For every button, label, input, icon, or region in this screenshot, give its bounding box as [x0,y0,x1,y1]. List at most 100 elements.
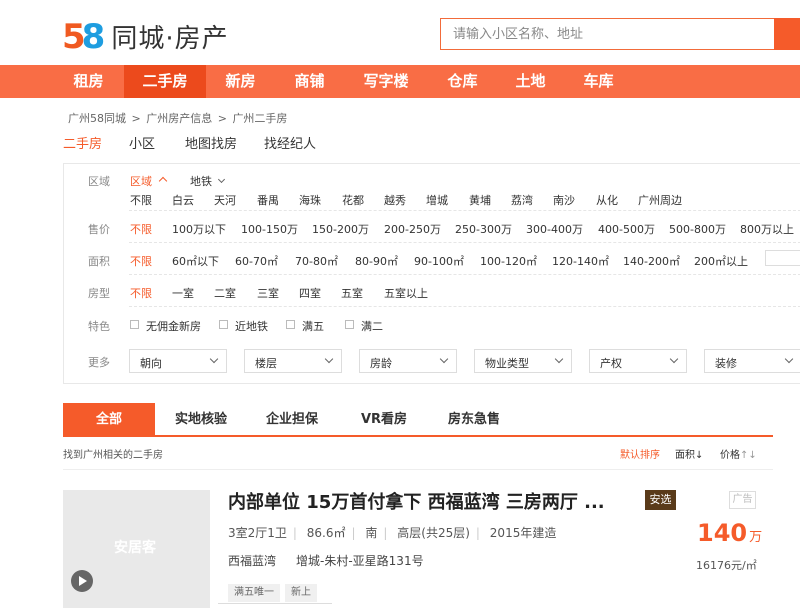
category-find-agent[interactable]: 找经纪人 [264,133,316,152]
divider: | [383,526,388,540]
category-community[interactable]: 小区 [129,133,155,152]
filter-price[interactable]: 500-800万 [669,221,726,237]
tab-verified[interactable]: 实地核验 [163,403,239,436]
feature-checkbox[interactable] [130,320,139,329]
feature-label[interactable]: 满五 [302,318,324,334]
listing-thumbnail[interactable]: 安居客 [63,490,210,608]
search-button[interactable] [774,18,800,50]
breadcrumb: 广州58同城 > 广州房产信息 > 广州二手房 [68,110,289,126]
breadcrumb-link-second-hand[interactable]: 广州二手房 [232,112,287,125]
filter-room[interactable]: 五室 [341,285,363,301]
filter-district[interactable]: 从化 [596,192,618,208]
site-logo[interactable]: 5 8 同城·房产 [62,18,229,55]
dropdown-ownership[interactable]: 产权 [589,349,687,373]
listing-title[interactable]: 内部单位 15万首付拿下 西福蓝湾 三房两厅 ... [228,488,605,514]
feature-checkbox[interactable] [345,320,354,329]
nav-item-land[interactable]: 土地 [502,65,559,98]
filter-tab-metro[interactable]: 地铁 [190,173,226,189]
dropdown-label: 物业类型 [485,357,529,370]
breadcrumb-link-property[interactable]: 广州房产信息 [146,112,212,125]
feature-checkbox[interactable] [219,320,228,329]
sort-default[interactable]: 默认排序 [620,446,660,461]
filter-room[interactable]: 二室 [214,285,236,301]
play-icon[interactable] [71,570,93,592]
filter-district[interactable]: 增城 [426,192,448,208]
filter-price[interactable]: 400-500万 [598,221,655,237]
filter-room[interactable]: 四室 [299,285,321,301]
dropdown-age[interactable]: 房龄 [359,349,457,373]
filter-area[interactable]: 80-90㎡ [355,253,398,269]
category-map-search[interactable]: 地图找房 [185,133,237,152]
nav-item-office[interactable]: 写字楼 [350,65,422,98]
search-input[interactable] [441,19,800,49]
dropdown-decoration[interactable]: 装修 [704,349,800,373]
chevron-down-icon [209,354,219,364]
filter-district[interactable]: 白云 [172,192,194,208]
filter-district[interactable]: 花都 [342,192,364,208]
filter-price[interactable]: 200-250万 [384,221,441,237]
filter-price[interactable]: 250-300万 [455,221,512,237]
tab-all[interactable]: 全部 [63,403,155,436]
nav-item-warehouse[interactable]: 仓库 [434,65,491,98]
feature-label[interactable]: 无佣金新房 [146,318,201,334]
filter-price[interactable]: 100-150万 [241,221,298,237]
arrow-down-icon: ↓ [695,450,704,461]
listing-tag: 满五唯一 [228,584,280,602]
filter-panel: 区域 区域 地铁 不限 白云 天河 番禺 海珠 花都 越秀 增城 黄埔 荔湾 南… [63,163,800,384]
filter-district-any[interactable]: 不限 [130,192,152,208]
filter-area[interactable]: 90-100㎡ [414,253,464,269]
area-custom-input[interactable] [765,250,800,266]
tab-guarantee[interactable]: 企业担保 [253,403,331,436]
filter-district[interactable]: 南沙 [553,192,575,208]
sort-area[interactable]: 面积↓ [675,446,703,461]
filter-district[interactable]: 天河 [214,192,236,208]
nav-item-garage[interactable]: 车库 [570,65,627,98]
filter-area[interactable]: 120-140㎡ [552,253,609,269]
filter-price[interactable]: 100万以下 [172,221,226,237]
dropdown-label: 产权 [600,357,622,370]
dropdown-property-type[interactable]: 物业类型 [474,349,572,373]
feature-label[interactable]: 满二 [361,318,383,334]
filter-district[interactable]: 广州周边 [638,192,682,208]
nav-item-second-hand[interactable]: 二手房 [124,65,206,98]
filter-tab-region[interactable]: 区域 [130,173,168,189]
dropdown-orientation[interactable]: 朝向 [129,349,227,373]
filter-tab-region-label: 区域 [130,175,152,188]
divider: | [292,526,297,540]
tab-urgent[interactable]: 房东急售 [435,403,513,436]
category-second-hand[interactable]: 二手房 [63,133,102,152]
feature-label[interactable]: 近地铁 [235,318,268,334]
filter-room[interactable]: 三室 [257,285,279,301]
breadcrumb-link-city[interactable]: 广州58同城 [68,112,126,125]
filter-price[interactable]: 300-400万 [526,221,583,237]
nav-item-shop[interactable]: 商铺 [281,65,338,98]
filter-room[interactable]: 五室以上 [384,285,428,301]
filter-price[interactable]: 800万以上 [740,221,794,237]
filter-district[interactable]: 越秀 [384,192,406,208]
filter-district[interactable]: 黄埔 [469,192,491,208]
filter-price-any[interactable]: 不限 [130,221,152,237]
community-link[interactable]: 西福蓝湾 [228,554,276,568]
price-unit: 万 [749,530,763,545]
sort-price[interactable]: 价格↑↓ [720,446,757,461]
filter-area[interactable]: 60-70㎡ [235,253,278,269]
filter-room[interactable]: 一室 [172,285,194,301]
sort-area-label: 面积 [675,450,695,461]
filter-area[interactable]: 70-80㎡ [295,253,338,269]
filter-area[interactable]: 140-200㎡ [623,253,680,269]
filter-district[interactable]: 海珠 [299,192,321,208]
dropdown-floor[interactable]: 楼层 [244,349,342,373]
filter-area[interactable]: 200㎡以上 [694,253,748,269]
filter-room-any[interactable]: 不限 [130,285,152,301]
filter-area[interactable]: 100-120㎡ [480,253,537,269]
nav-item-rent[interactable]: 租房 [60,65,117,98]
tab-vr[interactable]: VR看房 [346,403,422,436]
logo-digit-8: 8 [81,16,106,57]
filter-area-any[interactable]: 不限 [130,253,152,269]
feature-checkbox[interactable] [286,320,295,329]
filter-district[interactable]: 荔湾 [511,192,533,208]
filter-area[interactable]: 60㎡以下 [172,253,219,269]
nav-item-new-house[interactable]: 新房 [212,65,269,98]
filter-district[interactable]: 番禺 [257,192,279,208]
filter-price[interactable]: 150-200万 [312,221,369,237]
